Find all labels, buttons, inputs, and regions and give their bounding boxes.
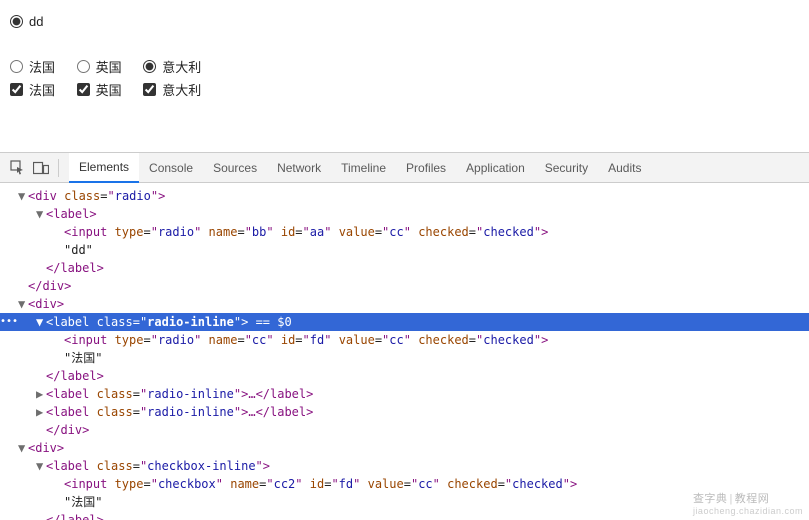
tab-console[interactable]: Console <box>139 153 203 183</box>
dom-node[interactable]: </div> <box>0 277 809 295</box>
dom-node[interactable]: <input type="radio" name="bb" id="aa" va… <box>0 223 809 241</box>
radio-single-row: dd <box>10 14 799 31</box>
dom-node[interactable]: "法国" <box>0 349 809 367</box>
radio-single[interactable]: dd <box>10 14 43 29</box>
radio-france-input[interactable] <box>10 60 23 73</box>
checkbox-inline-row: 法国 英国 意大利 <box>10 80 799 99</box>
dom-node[interactable]: ▼<div class="radio"> <box>0 187 809 205</box>
tab-profiles[interactable]: Profiles <box>396 153 456 183</box>
tab-application[interactable]: Application <box>456 153 535 183</box>
radio-italy-input[interactable] <box>143 60 156 73</box>
caret-icon[interactable]: ▼ <box>18 187 28 205</box>
tab-timeline[interactable]: Timeline <box>331 153 396 183</box>
tab-security[interactable]: Security <box>535 153 598 183</box>
dom-node[interactable]: ▶<label class="radio-inline">…</label> <box>0 385 809 403</box>
checkbox-france-label: 法国 <box>29 80 55 99</box>
dom-node[interactable]: <input type="radio" name="cc" id="fd" va… <box>0 331 809 349</box>
toolbar-divider <box>58 159 59 177</box>
tab-sources[interactable]: Sources <box>203 153 267 183</box>
radio-dd-label: dd <box>29 14 43 29</box>
tab-audits[interactable]: Audits <box>598 153 651 183</box>
radio-italy[interactable]: 意大利 <box>143 57 201 76</box>
checkbox-france[interactable]: 法国 <box>10 80 55 99</box>
checkbox-italy-input[interactable] <box>143 83 156 96</box>
caret-icon[interactable]: ▼ <box>36 457 46 475</box>
device-toggle-icon[interactable] <box>30 157 52 179</box>
dom-node[interactable]: "法国" <box>0 493 809 511</box>
radio-france[interactable]: 法国 <box>10 57 55 76</box>
checkbox-uk-input[interactable] <box>77 83 90 96</box>
checkbox-france-input[interactable] <box>10 83 23 96</box>
devtools-toolbar: Elements Console Sources Network Timelin… <box>0 153 809 183</box>
devtools-panel: Elements Console Sources Network Timelin… <box>0 152 809 520</box>
dom-node[interactable]: </label> <box>0 367 809 385</box>
checkbox-italy-label: 意大利 <box>162 80 201 99</box>
gutter-dots: ••• <box>0 313 14 331</box>
radio-dd[interactable] <box>10 15 23 28</box>
radio-france-label: 法国 <box>29 57 55 76</box>
rendered-page: dd 法国 英国 意大利 法国 英国 意大利 <box>0 0 809 99</box>
devtools-tabs: Elements Console Sources Network Timelin… <box>69 153 651 183</box>
dom-node[interactable]: ▼<label> <box>0 205 809 223</box>
dom-node-selected[interactable]: •••▼<label class="radio-inline"> == $0 <box>0 313 809 331</box>
dom-node[interactable]: ▶<label class="radio-inline">…</label> <box>0 403 809 421</box>
dom-node[interactable]: </label> <box>0 511 809 520</box>
radio-uk-input[interactable] <box>77 60 90 73</box>
checkbox-uk-label: 英国 <box>96 80 122 99</box>
inspect-icon[interactable] <box>6 157 28 179</box>
dom-node[interactable]: </div> <box>0 421 809 439</box>
dom-node[interactable]: ▼<div> <box>0 439 809 457</box>
caret-icon[interactable]: ▼ <box>18 439 28 457</box>
checkbox-italy[interactable]: 意大利 <box>143 80 201 99</box>
tab-elements[interactable]: Elements <box>69 153 139 183</box>
elements-tree[interactable]: ▼<div class="radio">▼<label><input type=… <box>0 183 809 520</box>
radio-italy-label: 意大利 <box>162 57 201 76</box>
caret-icon[interactable]: ▼ <box>36 205 46 223</box>
radio-uk[interactable]: 英国 <box>77 57 122 76</box>
radio-uk-label: 英国 <box>96 57 122 76</box>
radio-inline-row: 法国 英国 意大利 <box>10 57 799 76</box>
caret-icon[interactable]: ▶ <box>36 403 46 421</box>
dom-node[interactable]: <input type="checkbox" name="cc2" id="fd… <box>0 475 809 493</box>
dom-node[interactable]: </label> <box>0 259 809 277</box>
dom-node[interactable]: "dd" <box>0 241 809 259</box>
caret-icon[interactable]: ▶ <box>36 385 46 403</box>
checkbox-uk[interactable]: 英国 <box>77 80 122 99</box>
dom-node[interactable]: ▼<div> <box>0 295 809 313</box>
tab-network[interactable]: Network <box>267 153 331 183</box>
caret-icon[interactable]: ▼ <box>18 295 28 313</box>
dom-node[interactable]: ▼<label class="checkbox-inline"> <box>0 457 809 475</box>
